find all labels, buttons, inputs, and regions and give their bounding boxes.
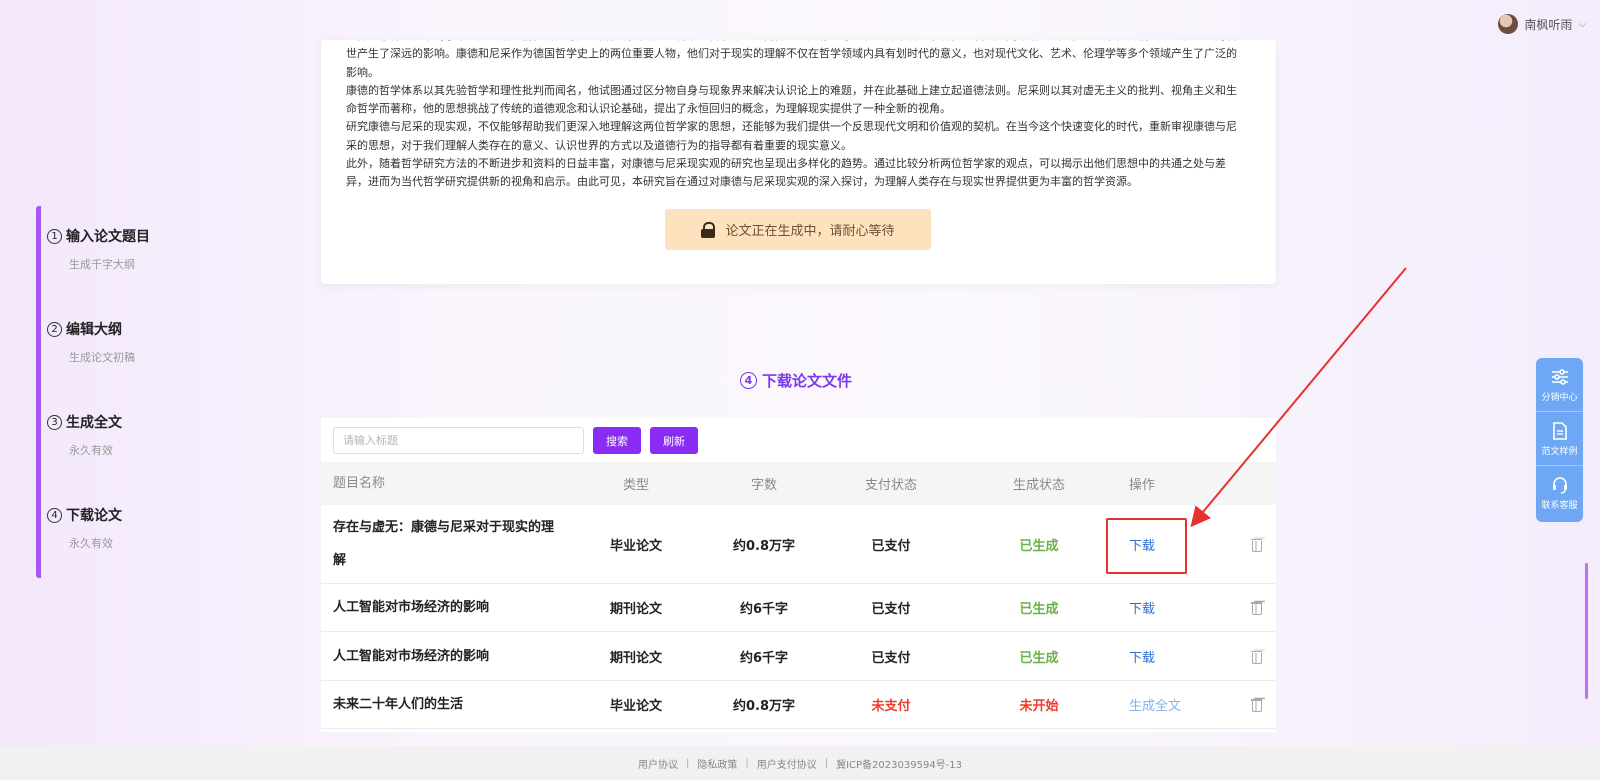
row-words: 约6千字: [739, 602, 789, 617]
avatar: [1498, 14, 1519, 34]
float-label: 联系客服: [1541, 501, 1578, 511]
step-title: 生成全文: [66, 415, 122, 431]
row-gen-status: 已生成: [1019, 602, 1059, 617]
row-title: 未来二十年人们的生活: [333, 697, 464, 712]
footer-separator: |: [685, 757, 690, 769]
generating-status-button[interactable]: 论文正在生成中，请耐心等待: [665, 209, 931, 250]
float-label: 范文样例: [1541, 446, 1578, 457]
delete-button[interactable]: [1246, 505, 1266, 583]
step-subtitle: 永久有效: [69, 444, 113, 457]
table-row: 人工智能对市场经济的影响 期刊论文 约6千字 已支付 已生成 下载: [321, 584, 1276, 632]
header-gen-status: 生成状态: [1012, 478, 1065, 493]
step-number: 4: [47, 507, 62, 523]
trash-icon: [1250, 698, 1262, 712]
generating-label: 论文正在生成中，请耐心等待: [725, 224, 895, 239]
header-words: 字数: [750, 478, 777, 493]
sample-papers-button[interactable]: 范文样例: [1536, 412, 1583, 466]
privacy-policy-link[interactable]: 隐私政策: [697, 756, 737, 771]
table-header: 题目名称 类型 字数 支付状态 生成状态 操作: [321, 462, 1276, 505]
article-paragraph: 在探讨康德与尼采对于现实的理解之前，首先考虑到需要明确研究的背景。哲学作为一门探…: [346, 40, 1237, 79]
section-title: 4 下载论文文件: [740, 370, 852, 391]
footer-separator: |: [824, 757, 829, 769]
generate-full-text-link[interactable]: 生成全文: [1129, 681, 1209, 728]
trash-icon: [1250, 601, 1262, 615]
row-gen-status: 已生成: [1019, 538, 1059, 554]
article-preview: 在探讨康德与尼采对于现实的理解之前，首先考虑到需要明确研究的背景。哲学作为一门探…: [321, 40, 1276, 284]
row-type: 期刊论文: [609, 602, 662, 617]
table-toolbar: 搜索 刷新: [333, 427, 698, 454]
footer: 用户协议 | 隐私政策 | 用户支付协议 | 冀ICP备2023039594号-…: [0, 746, 1600, 780]
delete-button[interactable]: [1246, 584, 1266, 631]
header-operation: 操作: [1129, 478, 1156, 493]
section-number: 4: [740, 372, 757, 389]
step-subtitle: 永久有效: [69, 537, 113, 550]
delete-button[interactable]: [1246, 681, 1266, 728]
row-type: 期刊论文: [609, 650, 662, 666]
download-link[interactable]: 下载: [1129, 584, 1209, 631]
search-button[interactable]: 搜索: [593, 427, 641, 454]
page-scrollbar[interactable]: [1585, 563, 1588, 699]
download-link[interactable]: 下载: [1129, 632, 1209, 680]
row-type: 毕业论文: [609, 538, 662, 554]
step-title: 下载论文: [66, 508, 122, 524]
step-subtitle: 生成千字大纲: [69, 258, 135, 271]
step-number: 2: [47, 321, 62, 337]
row-words: 约0.8万字: [732, 538, 796, 554]
row-words: 约6千字: [739, 650, 789, 666]
paper-table-card: 搜索 刷新 题目名称 类型 字数 支付状态 生成状态 操作 存在与虚无：康德与尼…: [321, 418, 1276, 732]
document-icon: [1552, 421, 1567, 440]
distribution-center-button[interactable]: 分销中心: [1536, 358, 1583, 412]
article-text: 在探讨康德与尼采对于现实的理解之前，首先考虑到需要明确研究的背景。哲学作为一门探…: [346, 40, 1246, 192]
search-input[interactable]: [333, 427, 584, 454]
row-title: 存在与虚无：康德与尼采对于现实的理解: [333, 520, 555, 568]
row-title: 人工智能对市场经济的影响: [333, 600, 490, 615]
table-row: 未来二十年人们的生活 毕业论文 约0.8万字 未支付 未开始 生成全文: [321, 681, 1276, 729]
customer-service-button[interactable]: 联系客服: [1536, 466, 1583, 520]
float-label: 分销中心: [1541, 392, 1578, 403]
chevron-down-icon: ⌵: [1578, 18, 1586, 30]
header-type: 类型: [622, 478, 649, 493]
row-gen-status: 已生成: [1019, 650, 1059, 666]
step-sidebar: 1 输入论文题目 生成千字大纲 2 编辑大纲 生成论文初稿 3 生成全文 永久有效 4…: [36, 206, 216, 578]
user-agreement-link[interactable]: 用户协议: [638, 756, 678, 771]
row-title: 人工智能对市场经济的影响: [333, 648, 490, 664]
refresh-button[interactable]: 刷新: [650, 427, 698, 454]
delete-button[interactable]: [1246, 632, 1266, 680]
footer-separator: |: [745, 757, 749, 769]
article-paragraph: 此外，随着哲学研究方法的不断进步和资料的日益丰富，对康德与尼采现实观的研究也呈现…: [346, 157, 1226, 189]
section-title-text: 下载论文文件: [762, 372, 853, 390]
user-name: 南枫听雨: [1524, 17, 1573, 32]
row-type: 毕业论文: [609, 699, 662, 714]
header-title: 题目名称: [333, 476, 386, 491]
user-menu[interactable]: 南枫听雨 ⌵: [1498, 14, 1586, 34]
icp-record-link[interactable]: 冀ICP备2023039594号-13: [836, 756, 962, 771]
annotation-highlight-box: [1106, 518, 1187, 574]
step-title: 编辑大纲: [66, 322, 122, 338]
trash-icon: [1250, 650, 1262, 664]
table-row: 人工智能对市场经济的影响 期刊论文 约6千字 已支付 已生成 下载: [321, 632, 1276, 681]
step-4: 4 下载论文 永久有效: [47, 505, 122, 551]
lock-icon: [701, 221, 716, 238]
row-words: 约0.8万字: [732, 699, 796, 714]
payment-agreement-link[interactable]: 用户支付协议: [757, 756, 817, 771]
article-paragraph: 研究康德与尼采的现实观，不仅能够帮助我们更深入地理解这两位哲学家的思想，还能够为…: [346, 120, 1237, 152]
row-pay-status: 已支付: [871, 650, 911, 666]
article-paragraph: 康德的哲学体系以其先验哲学和理性批判而闻名，他试图通过区分物自身与现象界来解决认…: [346, 83, 1237, 116]
row-pay-status: 未支付: [871, 699, 911, 714]
step-title: 输入论文题目: [66, 229, 150, 245]
headset-icon: [1552, 477, 1567, 494]
row-gen-status: 未开始: [1019, 699, 1059, 714]
header-pay-status: 支付状态: [864, 478, 917, 493]
floating-side-panel: 分销中心 范文样例 联系客服: [1536, 358, 1583, 522]
step-3: 3 生成全文 永久有效: [47, 412, 122, 458]
row-pay-status: 已支付: [871, 538, 911, 554]
sliders-icon: [1551, 368, 1568, 385]
step-number: 3: [47, 414, 62, 430]
step-2: 2 编辑大纲 生成论文初稿: [47, 319, 135, 365]
trash-icon: [1250, 538, 1262, 552]
step-1: 1 输入论文题目 生成千字大纲: [47, 226, 150, 272]
step-number: 1: [47, 228, 62, 244]
row-pay-status: 已支付: [871, 602, 911, 617]
step-subtitle: 生成论文初稿: [69, 351, 135, 364]
